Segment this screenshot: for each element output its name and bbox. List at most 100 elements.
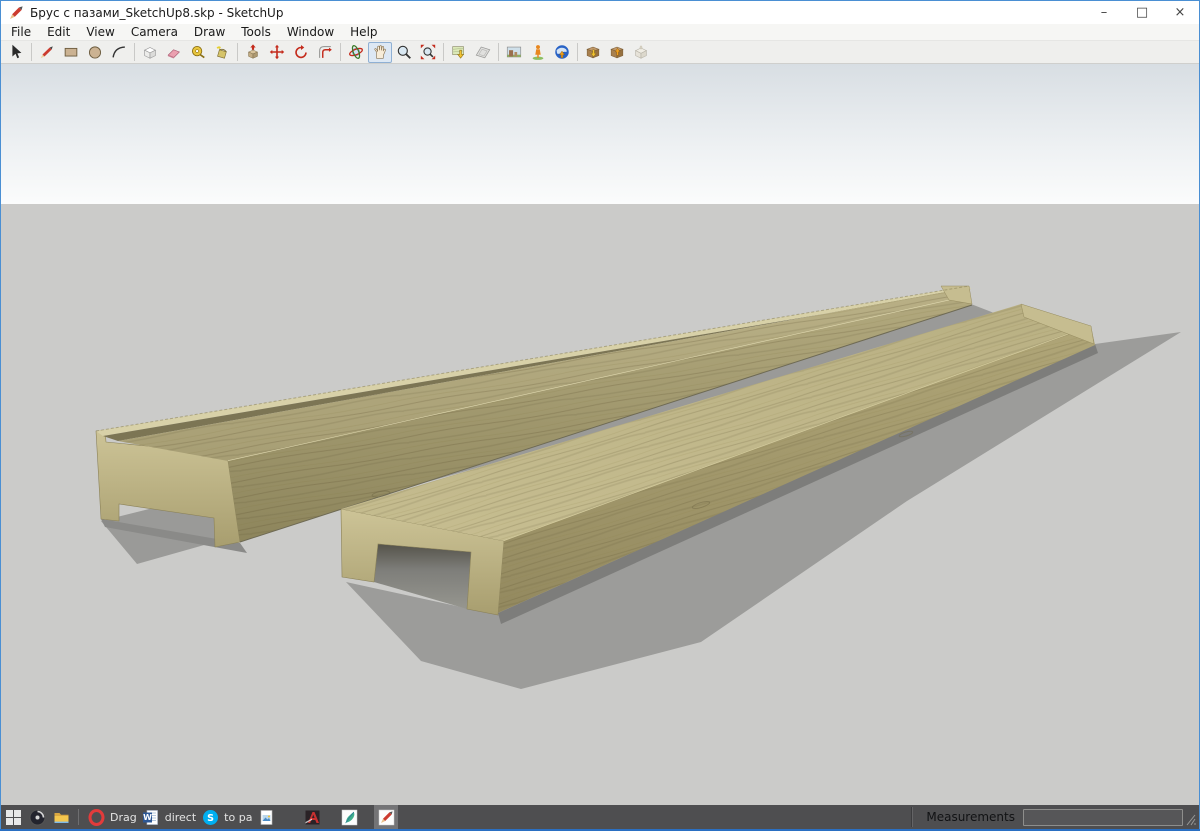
title-bar: Брус с пазами_SketchUp8.skp - SketchUp –… xyxy=(1,1,1199,24)
close-button[interactable]: × xyxy=(1161,1,1199,24)
eraser-icon xyxy=(165,43,183,61)
rotate-tool-button[interactable] xyxy=(289,42,313,63)
eraser-tool-button[interactable] xyxy=(162,42,186,63)
toolbar-separator xyxy=(340,43,341,61)
model-scene-svg xyxy=(1,64,1199,805)
google-earth-globe-icon xyxy=(553,43,571,61)
select-tool-button[interactable] xyxy=(4,42,28,63)
opera-button[interactable] xyxy=(84,805,108,829)
getting-started-toolbar xyxy=(1,41,1199,64)
taskbar-text-fragment: to pa xyxy=(224,811,252,824)
terrain-sheet-icon xyxy=(474,43,492,61)
taskbar-text-fragment: Drag xyxy=(110,811,137,824)
svg-text:W: W xyxy=(143,813,152,822)
word-button[interactable]: W xyxy=(139,805,163,829)
autocad-icon xyxy=(304,809,321,826)
magnifier-icon xyxy=(395,43,413,61)
pan-tool-button[interactable] xyxy=(368,42,392,63)
menu-view[interactable]: View xyxy=(78,24,122,41)
move-tool-button[interactable] xyxy=(265,42,289,63)
menu-tools[interactable]: Tools xyxy=(233,24,279,41)
autocad-button[interactable] xyxy=(300,805,324,829)
folder-icon xyxy=(53,809,70,826)
taskbar-icons: Drag W direct S to pa xyxy=(1,805,398,829)
word-icon: W xyxy=(142,809,159,826)
windows-logo-icon xyxy=(5,809,22,826)
paint-bucket-button[interactable] xyxy=(210,42,234,63)
window-title: Брус с пазами_SketchUp8.skp - SketchUp xyxy=(30,6,283,20)
toolbar-separator xyxy=(31,43,32,61)
sketchup-taskbar-button[interactable] xyxy=(374,805,398,829)
offset-tool-button[interactable] xyxy=(313,42,337,63)
component-cube-icon xyxy=(141,43,159,61)
skype-button[interactable]: S xyxy=(198,805,222,829)
get-current-view-button[interactable] xyxy=(447,42,471,63)
measurements-section: Measurements xyxy=(911,805,1199,829)
photo-textures-button[interactable] xyxy=(502,42,526,63)
make-component-button[interactable] xyxy=(138,42,162,63)
sketchup-app-icon xyxy=(378,809,395,826)
toolbar-separator xyxy=(237,43,238,61)
zoom-extents-button[interactable] xyxy=(416,42,440,63)
push-pull-icon xyxy=(244,43,262,61)
feather-app-button[interactable] xyxy=(337,805,361,829)
orbit-icon xyxy=(347,43,365,61)
taskbar-text-fragment: direct xyxy=(165,811,196,824)
toolbar-separator xyxy=(443,43,444,61)
skype-icon: S xyxy=(202,809,219,826)
get-models-button[interactable] xyxy=(581,42,605,63)
sketchup-window: Брус с пазами_SketchUp8.skp - SketchUp –… xyxy=(0,0,1200,831)
file-explorer-button[interactable] xyxy=(49,805,73,829)
rotate-arrows-icon xyxy=(292,43,310,61)
menu-bar: File Edit View Camera Draw Tools Window … xyxy=(1,24,1199,41)
svg-text:S: S xyxy=(207,813,214,824)
minimize-button[interactable]: – xyxy=(1085,1,1123,24)
arc-icon xyxy=(110,43,128,61)
photos-app-button[interactable] xyxy=(254,805,278,829)
position-camera-button[interactable] xyxy=(526,42,550,63)
menu-edit[interactable]: Edit xyxy=(39,24,78,41)
push-pull-button[interactable] xyxy=(241,42,265,63)
opera-icon xyxy=(88,809,105,826)
toolbar-separator xyxy=(134,43,135,61)
menu-draw[interactable]: Draw xyxy=(186,24,233,41)
feather-icon xyxy=(341,809,358,826)
pencil-icon xyxy=(38,43,56,61)
share-component-button[interactable] xyxy=(629,42,653,63)
toolbar-separator xyxy=(577,43,578,61)
sketchup-logo-icon xyxy=(8,5,24,21)
paint-bucket-icon xyxy=(213,43,231,61)
share-component-cube-icon xyxy=(632,43,650,61)
rectangle-tool-button[interactable] xyxy=(59,42,83,63)
menu-window[interactable]: Window xyxy=(279,24,342,41)
window-controls: – □ × xyxy=(1085,1,1199,24)
zoom-extents-icon xyxy=(419,43,437,61)
toggle-terrain-button[interactable] xyxy=(471,42,495,63)
menu-help[interactable]: Help xyxy=(342,24,385,41)
photo-viewer-icon xyxy=(258,809,275,826)
measurements-label: Measurements xyxy=(926,810,1015,824)
start-button[interactable] xyxy=(1,805,25,829)
position-camera-figure-icon xyxy=(529,43,547,61)
bottom-bar: Drag W direct S to pa xyxy=(1,805,1199,829)
menu-camera[interactable]: Camera xyxy=(123,24,186,41)
share-models-button[interactable] xyxy=(605,42,629,63)
sky-background xyxy=(1,64,1199,204)
circle-tool-button[interactable] xyxy=(83,42,107,63)
tape-measure-button[interactable] xyxy=(186,42,210,63)
arc-tool-button[interactable] xyxy=(107,42,131,63)
measurements-input[interactable] xyxy=(1023,809,1183,826)
menu-file[interactable]: File xyxy=(3,24,39,41)
preview-google-earth-button[interactable] xyxy=(550,42,574,63)
orbit-tool-button[interactable] xyxy=(344,42,368,63)
circular-app-button[interactable] xyxy=(25,805,49,829)
taskbar-separator xyxy=(78,809,79,825)
select-arrow-icon xyxy=(7,43,25,61)
photo-textures-icon xyxy=(505,43,523,61)
resize-grip[interactable] xyxy=(1185,813,1197,827)
get-models-box-icon xyxy=(584,43,602,61)
zoom-tool-button[interactable] xyxy=(392,42,416,63)
maximize-button[interactable]: □ xyxy=(1123,1,1161,24)
line-tool-button[interactable] xyxy=(35,42,59,63)
viewport-3d-canvas[interactable] xyxy=(1,64,1199,805)
